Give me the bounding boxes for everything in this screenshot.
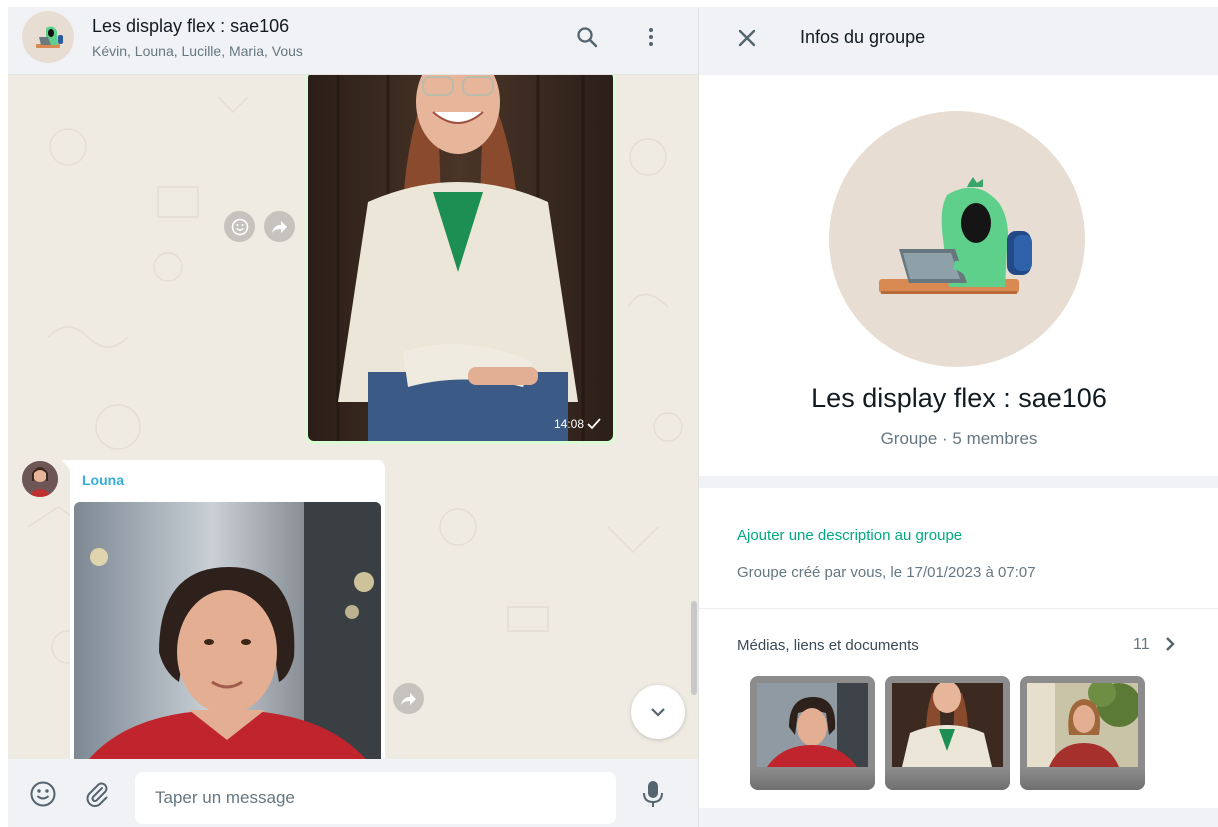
emoji-icon[interactable] bbox=[28, 779, 58, 809]
react-emoji-icon[interactable] bbox=[224, 211, 255, 242]
group-info-panel: Infos du groupe Les display flex : sae10… bbox=[698, 7, 1218, 827]
message-photo[interactable] bbox=[74, 502, 381, 759]
chevron-right-icon bbox=[1161, 633, 1179, 655]
outgoing-image-message[interactable]: 14:08 bbox=[305, 75, 616, 444]
group-name[interactable]: Les display flex : sae106 bbox=[699, 383, 1218, 414]
group-photo-illustration bbox=[879, 177, 1032, 294]
message-list[interactable]: 14:08 Louna bbox=[8, 75, 698, 759]
media-thumbnail[interactable] bbox=[1020, 676, 1145, 790]
menu-dots-icon[interactable] bbox=[637, 23, 665, 51]
thumbnail-outdoor-woman bbox=[1027, 679, 1141, 767]
message-meta: 14:08 bbox=[554, 417, 601, 431]
incoming-image-message[interactable]: Louna bbox=[62, 460, 385, 759]
chat-participants[interactable]: Kévin, Louna, Lucille, Maria, Vous bbox=[92, 43, 303, 59]
forward-icon[interactable] bbox=[393, 683, 424, 714]
panel-footer bbox=[699, 820, 1218, 827]
thumbnail-laughing-woman bbox=[892, 681, 1003, 767]
forward-icon[interactable] bbox=[264, 211, 295, 242]
media-count: 11 bbox=[1133, 636, 1150, 653]
group-info-header: Infos du groupe bbox=[699, 7, 1218, 75]
group-details-card: Ajouter une description au groupe Groupe… bbox=[699, 488, 1218, 808]
media-thumbnail[interactable] bbox=[885, 676, 1010, 790]
message-photo[interactable]: 14:08 bbox=[308, 75, 613, 441]
photo-smiling-girl bbox=[74, 502, 381, 759]
chat-title[interactable]: Les display flex : sae106 bbox=[92, 16, 289, 37]
message-composer bbox=[8, 759, 698, 827]
group-info-title: Infos du groupe bbox=[800, 27, 926, 47]
thumbnail-smiling-girl bbox=[757, 683, 868, 767]
conversation-panel: Les display flex : sae106 Kévin, Louna, … bbox=[8, 7, 698, 827]
divider bbox=[699, 608, 1218, 609]
sender-avatar[interactable] bbox=[22, 461, 58, 497]
sender-name[interactable]: Louna bbox=[82, 472, 124, 488]
media-links-docs-row[interactable]: Médias, liens et documents 11 bbox=[699, 628, 1218, 662]
group-photo[interactable] bbox=[829, 111, 1085, 367]
photo-laughing-woman bbox=[308, 75, 613, 441]
search-icon[interactable] bbox=[573, 23, 601, 51]
group-created-info: Groupe créé par vous, le 17/01/2023 à 07… bbox=[737, 564, 1036, 581]
chevron-down-icon bbox=[651, 708, 665, 717]
mic-icon[interactable] bbox=[638, 779, 668, 809]
add-description-link[interactable]: Ajouter une description au groupe bbox=[737, 527, 962, 544]
whatsapp-window: Les display flex : sae106 Kévin, Louna, … bbox=[0, 0, 1218, 827]
media-thumbnail[interactable] bbox=[750, 676, 875, 790]
group-avatar-illustration bbox=[36, 26, 63, 48]
media-label: Médias, liens et documents bbox=[737, 637, 919, 654]
attach-icon[interactable] bbox=[82, 779, 112, 809]
close-icon[interactable] bbox=[733, 24, 761, 52]
scrollbar[interactable] bbox=[691, 601, 697, 695]
scroll-to-bottom-button[interactable] bbox=[631, 685, 685, 739]
group-member-count: Groupe · 5 membres bbox=[880, 429, 1038, 448]
message-input[interactable] bbox=[135, 772, 616, 824]
chat-header[interactable]: Les display flex : sae106 Kévin, Louna, … bbox=[8, 7, 698, 75]
check-icon bbox=[587, 418, 601, 430]
group-avatar[interactable] bbox=[22, 11, 74, 63]
message-time: 14:08 bbox=[553, 417, 584, 431]
media-thumbnails bbox=[750, 676, 1145, 790]
avatar-louna bbox=[22, 461, 58, 497]
group-profile-card: Les display flex : sae106 Groupe · 5 mem… bbox=[699, 75, 1218, 476]
